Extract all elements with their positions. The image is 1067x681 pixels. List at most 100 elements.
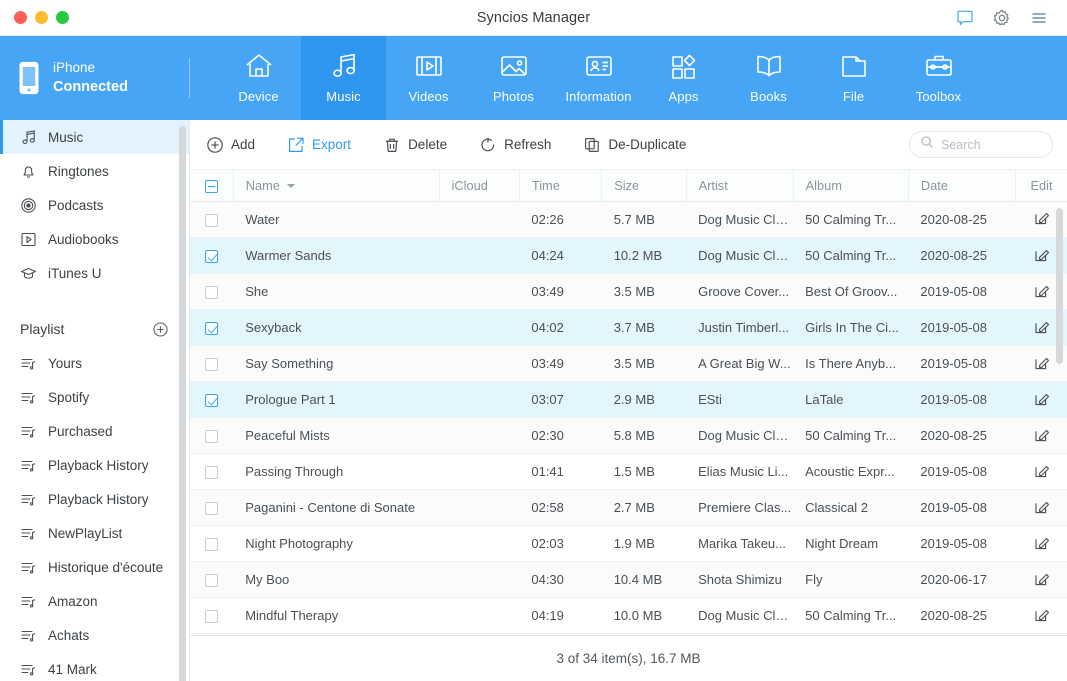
table-scrollbar[interactable] xyxy=(1056,207,1063,364)
edit-pencil-icon[interactable] xyxy=(1033,426,1050,443)
header-album[interactable]: Album xyxy=(793,170,909,202)
edit-pencil-icon[interactable] xyxy=(1033,606,1050,623)
sidebar-item-newplaylist[interactable]: NewPlayList xyxy=(0,516,189,550)
search-input[interactable] xyxy=(941,137,1042,152)
edit-pencil-icon[interactable] xyxy=(1033,209,1050,226)
minimize-button[interactable] xyxy=(35,11,48,24)
row-checkbox[interactable] xyxy=(205,466,219,480)
tab-device[interactable]: Device xyxy=(216,36,301,120)
table-row[interactable]: Mindful Therapy 04:19 10.0 MB Dog Music Clu… xyxy=(190,597,1067,634)
tab-information[interactable]: Information xyxy=(556,36,641,120)
table-row[interactable]: Peaceful Mists 02:30 5.8 MB Dog Music Clu..… xyxy=(190,417,1067,454)
row-checkbox[interactable] xyxy=(205,358,219,372)
edit-pencil-icon[interactable] xyxy=(1033,354,1050,371)
cell-edit[interactable] xyxy=(1015,489,1067,526)
sidebar-item-audiobooks[interactable]: Audiobooks xyxy=(0,222,189,256)
row-checkbox[interactable] xyxy=(205,538,219,552)
header-artist[interactable]: Artist xyxy=(686,170,794,202)
tab-books[interactable]: Books xyxy=(726,36,811,120)
close-button[interactable] xyxy=(14,11,27,24)
edit-pencil-icon[interactable] xyxy=(1033,498,1050,515)
row-checkbox-cell[interactable] xyxy=(190,561,234,598)
sidebar-item-41-mark[interactable]: 41 Mark xyxy=(0,652,189,681)
row-checkbox-cell[interactable] xyxy=(190,489,234,526)
header-date[interactable]: Date xyxy=(908,170,1016,202)
row-checkbox[interactable] xyxy=(205,322,219,336)
table-row[interactable]: My Boo 04:30 10.4 MB Shota Shimizu Fly 2020-0… xyxy=(190,561,1067,598)
table-row[interactable]: Warmer Sands 04:24 10.2 MB Dog Music Clu...… xyxy=(190,237,1067,274)
maximize-button[interactable] xyxy=(56,11,69,24)
sidebar-item-historique-decoute[interactable]: Historique d'écoute xyxy=(0,550,189,584)
header-time[interactable]: Time xyxy=(519,170,603,202)
tab-videos[interactable]: Videos xyxy=(386,36,471,120)
tab-toolbox[interactable]: Toolbox xyxy=(896,36,981,120)
sidebar-item-amazon[interactable]: Amazon xyxy=(0,584,189,618)
cell-edit[interactable] xyxy=(1015,417,1067,454)
row-checkbox[interactable] xyxy=(205,574,219,588)
edit-pencil-icon[interactable] xyxy=(1033,534,1050,551)
row-checkbox-cell[interactable] xyxy=(190,597,234,634)
sidebar-item-spotify[interactable]: Spotify xyxy=(0,380,189,414)
header-name[interactable]: Name xyxy=(233,170,440,202)
table-row[interactable]: Water 02:26 5.7 MB Dog Music Clu... 50 Calmi… xyxy=(190,201,1067,238)
table-row[interactable]: Passing Through 01:41 1.5 MB Elias Music Li… xyxy=(190,453,1067,490)
edit-pencil-icon[interactable] xyxy=(1033,282,1050,299)
plus-circle-icon[interactable] xyxy=(152,321,169,338)
tab-apps[interactable]: Apps xyxy=(641,36,726,120)
table-row[interactable]: Say Something 03:49 3.5 MB A Great Big W...… xyxy=(190,345,1067,382)
tab-file[interactable]: File xyxy=(811,36,896,120)
sidebar-item-itunes-u[interactable]: iTunes U xyxy=(0,256,189,290)
edit-pencil-icon[interactable] xyxy=(1033,462,1050,479)
sidebar-item-ringtones[interactable]: Ringtones xyxy=(0,154,189,188)
menu-icon[interactable] xyxy=(1029,8,1049,28)
table-row[interactable]: She 03:49 3.5 MB Groove Cover... Best Of Gro… xyxy=(190,273,1067,310)
row-checkbox[interactable] xyxy=(205,394,219,408)
sidebar-item-achats[interactable]: Achats xyxy=(0,618,189,652)
row-checkbox[interactable] xyxy=(205,213,219,227)
row-checkbox-cell[interactable] xyxy=(190,381,234,418)
row-checkbox-cell[interactable] xyxy=(190,273,234,310)
edit-pencil-icon[interactable] xyxy=(1033,390,1050,407)
table-row[interactable]: Sexyback 04:02 3.7 MB Justin Timberl... Girl… xyxy=(190,309,1067,346)
select-all-checkbox[interactable] xyxy=(204,179,218,193)
cell-edit[interactable] xyxy=(1015,453,1067,490)
header-icloud[interactable]: iCloud xyxy=(439,170,520,202)
header-size[interactable]: Size xyxy=(601,170,687,202)
tab-photos[interactable]: Photos xyxy=(471,36,556,120)
cell-edit[interactable] xyxy=(1015,597,1067,634)
row-checkbox-cell[interactable] xyxy=(190,525,234,562)
row-checkbox[interactable] xyxy=(205,286,219,300)
sidebar-item-podcasts[interactable]: Podcasts xyxy=(0,188,189,222)
row-checkbox-cell[interactable] xyxy=(190,345,234,382)
gear-icon[interactable] xyxy=(992,8,1012,28)
row-checkbox[interactable] xyxy=(205,610,219,624)
table-row[interactable]: Prologue Part 1 03:07 2.9 MB ESti LaTale 2019… xyxy=(190,381,1067,418)
header-edit[interactable]: Edit xyxy=(1015,170,1067,202)
add-button[interactable]: Add xyxy=(206,136,271,154)
row-checkbox-cell[interactable] xyxy=(190,309,234,346)
edit-pencil-icon[interactable] xyxy=(1033,570,1050,587)
row-checkbox[interactable] xyxy=(205,430,219,444)
refresh-button[interactable]: Refresh xyxy=(479,136,567,154)
export-button[interactable]: Export xyxy=(287,136,367,154)
cell-edit[interactable] xyxy=(1015,561,1067,598)
device-status-panel[interactable]: iPhone Connected xyxy=(0,36,190,120)
table-row[interactable]: Night Photography 02:03 1.9 MB Marika Takeu… xyxy=(190,525,1067,562)
row-checkbox-cell[interactable] xyxy=(190,417,234,454)
cell-edit[interactable] xyxy=(1015,381,1067,418)
sidebar-item-yours[interactable]: Yours xyxy=(0,346,189,380)
row-checkbox-cell[interactable] xyxy=(190,201,234,238)
row-checkbox[interactable] xyxy=(205,250,219,264)
de-duplicate-button[interactable]: De-Duplicate xyxy=(583,136,702,154)
table-row[interactable]: Paganini - Centone di Sonate 02:58 2.7 MB P… xyxy=(190,489,1067,526)
edit-pencil-icon[interactable] xyxy=(1033,318,1050,335)
edit-pencil-icon[interactable] xyxy=(1033,246,1050,263)
sidebar-item-music[interactable]: Music xyxy=(0,120,189,154)
sidebar-item-playback-history-1[interactable]: Playback History xyxy=(0,448,189,482)
row-checkbox-cell[interactable] xyxy=(190,453,234,490)
sidebar-scrollbar[interactable] xyxy=(179,126,186,681)
delete-button[interactable]: Delete xyxy=(383,136,463,154)
header-select-all[interactable] xyxy=(190,170,234,202)
cell-edit[interactable] xyxy=(1015,525,1067,562)
tab-music[interactable]: Music xyxy=(301,36,386,120)
